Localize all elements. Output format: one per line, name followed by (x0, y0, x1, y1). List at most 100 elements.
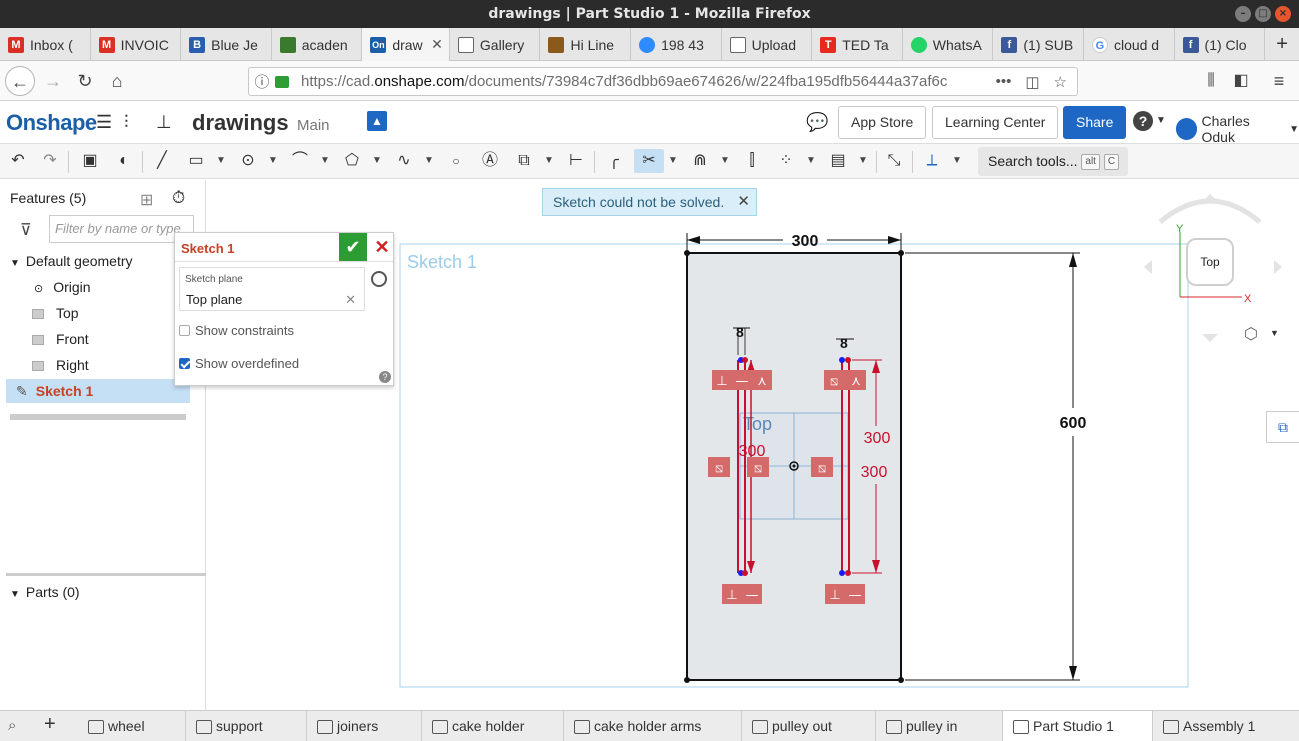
history-clock-icon[interactable] (371, 271, 387, 287)
chevron-down-icon[interactable]: ▼ (951, 149, 963, 173)
point-tool-icon[interactable]: ○ (444, 149, 468, 173)
trim-tool-icon[interactable]: ✂ (634, 149, 664, 173)
browser-tab[interactable]: f (1) SUB (993, 28, 1084, 61)
document-name[interactable]: drawings (192, 110, 289, 136)
chevron-down-icon[interactable]: ▼ (1156, 115, 1166, 126)
feature-list-icon[interactable]: ⫶ (124, 112, 129, 133)
view-cube[interactable]: Y X Top (1138, 190, 1288, 350)
forward-button[interactable]: → (38, 66, 68, 96)
tab-assembly-1[interactable]: Assembly 1 (1153, 711, 1299, 741)
pattern-tool-icon[interactable]: ⁘ (774, 149, 798, 173)
browser-tab-active[interactable]: On draw ✕ (362, 28, 450, 61)
chevron-down-icon[interactable]: ▼ (215, 149, 227, 173)
user-menu[interactable]: Charles Oduk ▼ (1176, 113, 1299, 145)
filter-icon[interactable]: ⊽ (20, 220, 32, 240)
learning-hat-icon[interactable]: ▲ (367, 111, 387, 131)
browser-tab[interactable]: f (1) Clo (1175, 28, 1266, 61)
chevron-down-icon[interactable]: ▼ (423, 149, 435, 173)
view-cube-face[interactable]: Top (1186, 238, 1234, 286)
close-notification-icon[interactable]: ✕ (737, 189, 750, 215)
show-constraints-checkbox[interactable]: Show constraints (179, 323, 294, 338)
comments-icon[interactable]: 💬 (806, 112, 828, 133)
chevron-down-icon[interactable]: ▼ (319, 149, 331, 173)
onshape-logo[interactable]: Onshape (6, 110, 97, 136)
tab-cake-holder[interactable]: cake holder (422, 711, 564, 741)
url-bar[interactable]: ⓘ https://cad.onshape.com/documents/7398… (248, 67, 1078, 96)
browser-tab[interactable]: M INVOIC (91, 28, 182, 61)
insert-icon[interactable]: ⊥ (156, 112, 172, 133)
browser-tab[interactable]: M Inbox ( (0, 28, 91, 61)
tab-joiners[interactable]: joiners (307, 711, 422, 741)
constraint-tool-icon[interactable]: ⟂ (920, 149, 944, 173)
mirror-tool-icon[interactable]: ⫿ (740, 149, 764, 173)
redo-icon[interactable]: ↷ (38, 149, 62, 173)
tree-item-top[interactable]: Top (0, 301, 190, 325)
chevron-down-icon[interactable]: ▼ (719, 149, 731, 173)
menu-icon[interactable]: ≡ (1264, 66, 1294, 96)
cancel-x-icon[interactable]: ✕ (371, 233, 393, 261)
learning-center-button[interactable]: Learning Center (932, 106, 1059, 139)
chevron-down-icon[interactable]: ▼ (267, 149, 279, 173)
view-options-cube-icon[interactable]: ⬡ (1244, 324, 1258, 344)
sidebar-icon[interactable]: ◧ (1226, 66, 1256, 96)
browser-tab[interactable]: acaden (272, 28, 363, 61)
undo-icon[interactable]: ↶ (6, 149, 30, 173)
add-folder-icon[interactable]: ⊞ (140, 190, 153, 210)
app-store-button[interactable]: App Store (838, 106, 927, 139)
new-tab-button[interactable]: + (1265, 28, 1299, 61)
page-actions-icon[interactable]: ••• (996, 73, 1012, 91)
construction-tool-icon[interactable]: ⧉ (512, 149, 536, 173)
horizontal-scrollbar[interactable] (10, 414, 186, 420)
panel-divider[interactable] (6, 573, 206, 576)
browser-tab[interactable]: 198 43 (631, 28, 722, 61)
sketch-transform-icon[interactable]: ⤡ (882, 149, 906, 173)
clear-x-icon[interactable]: ✕ (345, 292, 356, 308)
chevron-down-icon[interactable]: ▼ (667, 149, 679, 173)
back-button[interactable]: ← (5, 66, 35, 96)
use-icon[interactable]: ▣ (78, 149, 102, 173)
tab-cake-holder-arms[interactable]: cake holder arms (564, 711, 742, 741)
tab-wheel[interactable]: wheel (78, 711, 186, 741)
browser-tab[interactable]: Gcloud d (1084, 28, 1175, 61)
chevron-down-icon[interactable]: ▼ (371, 149, 383, 173)
circle-tool-icon[interactable]: ⊙ (236, 149, 260, 173)
reload-button[interactable]: ↻ (70, 66, 100, 96)
share-button[interactable]: Share (1063, 106, 1127, 139)
tree-item-right[interactable]: Right (0, 353, 190, 377)
offset-tool-icon[interactable]: ⋒ (688, 149, 712, 173)
tab-search-icon[interactable]: ⌕ (8, 717, 16, 734)
dimension-tool-icon[interactable]: ⊢ (564, 149, 588, 173)
url-text[interactable]: https://cad.onshape.com/documents/73984c… (301, 73, 991, 90)
close-window-button[interactable]: × (1275, 6, 1291, 22)
accept-check-icon[interactable]: ✔ (339, 233, 367, 261)
chevron-down-icon[interactable]: ▼ (1270, 328, 1279, 338)
tree-item-origin[interactable]: ⊙ Origin (0, 275, 190, 299)
rollback-timer-icon[interactable]: ⏱ (172, 188, 185, 208)
sketch-plane-icon[interactable]: ◐ (112, 149, 136, 173)
line-tool-icon[interactable]: ╱ (150, 149, 174, 173)
rectangle-tool-icon[interactable]: ▭ (184, 149, 208, 173)
show-overdefined-checkbox[interactable]: Show overdefined (179, 356, 299, 371)
browser-tab[interactable]: Gallery (450, 28, 541, 61)
add-tab-icon[interactable]: + (44, 713, 56, 736)
browser-tab[interactable]: B Blue Je (181, 28, 272, 61)
library-icon[interactable]: ⫼ (1196, 66, 1226, 96)
browser-tab[interactable]: Hi Line (540, 28, 632, 61)
feature-filter-input[interactable]: Filter by name or type (49, 215, 194, 243)
search-tools-input[interactable]: Search tools... alt C (978, 147, 1128, 176)
chevron-down-icon[interactable]: ▼ (805, 149, 817, 173)
help-icon[interactable]: ? (1133, 111, 1153, 131)
tab-pulley-in[interactable]: pulley in (876, 711, 1003, 741)
branch-name[interactable]: Main (297, 117, 330, 134)
pocket-icon[interactable]: ◫ (1025, 73, 1039, 91)
browser-tab[interactable]: T TED Ta (812, 28, 903, 61)
chevron-down-icon[interactable]: ▼ (543, 149, 555, 173)
hamburger-menu-icon[interactable]: ☰ (96, 112, 112, 133)
minimize-button[interactable]: – (1235, 6, 1251, 22)
close-tab-icon[interactable]: ✕ (431, 36, 443, 53)
arc-tool-icon[interactable]: ⌒ (288, 149, 312, 173)
tree-item-sketch1[interactable]: ✎ Sketch 1 (6, 379, 190, 403)
browser-tab[interactable]: WhatsA (903, 28, 994, 61)
dxf-import-icon[interactable]: ▤ (826, 149, 850, 173)
appearance-panel-icon[interactable]: ⧉ (1266, 411, 1299, 443)
